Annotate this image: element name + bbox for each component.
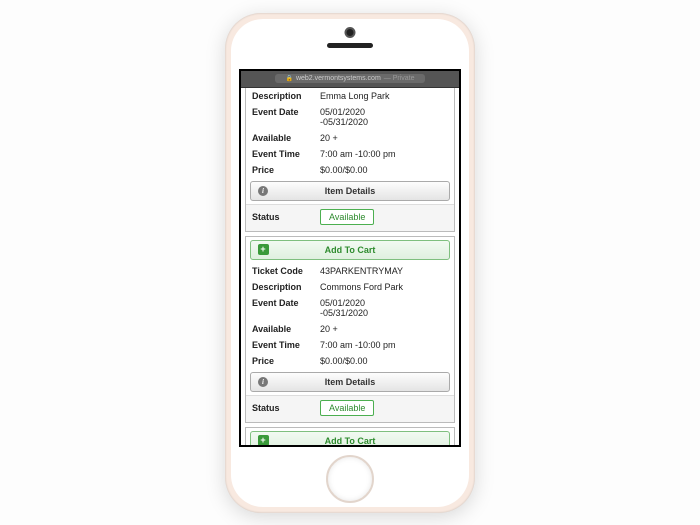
add-to-cart-label: Add To Cart — [325, 245, 376, 255]
value-description: Commons Ford Park — [320, 282, 448, 292]
info-icon: i — [258, 377, 268, 387]
plus-icon: + — [258, 244, 269, 255]
browser-address-bar[interactable]: 🔒 web2.vermontsystems.com — Private — [241, 71, 459, 88]
ticket-card: + Add To Cart — [245, 427, 455, 447]
status-row: Status Available — [246, 395, 454, 422]
phone-camera — [345, 27, 356, 38]
item-details-label: Item Details — [325, 377, 376, 387]
label-price: Price — [252, 165, 320, 175]
phone-home-button[interactable] — [326, 455, 374, 503]
label-available: Available — [252, 324, 320, 334]
phone-inner: 🔒 web2.vermontsystems.com — Private Desc… — [231, 19, 469, 507]
label-ticket-code: Ticket Code — [252, 266, 320, 276]
add-to-cart-button[interactable]: + Add To Cart — [250, 240, 450, 260]
address-private-tag: — Private — [384, 75, 415, 82]
phone-speaker — [327, 43, 373, 48]
add-to-cart-label: Add To Cart — [325, 436, 376, 446]
value-description: Emma Long Park — [320, 91, 448, 101]
address-host: web2.vermontsystems.com — [296, 75, 381, 82]
value-ticket-code: 43PARKENTRYMAY — [320, 266, 448, 276]
status-badge[interactable]: Available — [320, 209, 374, 225]
value-event-date: 05/01/2020-05/31/2020 — [320, 107, 448, 127]
plus-icon: + — [258, 435, 269, 446]
label-available: Available — [252, 133, 320, 143]
label-event-time: Event Time — [252, 149, 320, 159]
item-details-button[interactable]: i Item Details — [250, 181, 450, 201]
lock-icon: 🔒 — [285, 75, 292, 82]
value-event-time: 7:00 am -10:00 pm — [320, 149, 448, 159]
screen: 🔒 web2.vermontsystems.com — Private Desc… — [239, 69, 461, 447]
value-event-time: 7:00 am -10:00 pm — [320, 340, 448, 350]
phone-mockup: 🔒 web2.vermontsystems.com — Private Desc… — [225, 13, 475, 513]
ticket-card: DescriptionEmma Long Park Event Date05/0… — [245, 88, 455, 232]
label-event-time: Event Time — [252, 340, 320, 350]
label-description: Description — [252, 282, 320, 292]
value-price: $0.00/$0.00 — [320, 356, 448, 366]
label-price: Price — [252, 356, 320, 366]
ticket-card: + Add To Cart Ticket Code43PARKENTRYMAY … — [245, 236, 455, 423]
add-to-cart-button[interactable]: + Add To Cart — [250, 431, 450, 447]
status-row: Status Available — [246, 204, 454, 231]
label-event-date: Event Date — [252, 298, 320, 308]
item-details-button[interactable]: i Item Details — [250, 372, 450, 392]
value-price: $0.00/$0.00 — [320, 165, 448, 175]
label-event-date: Event Date — [252, 107, 320, 117]
label-description: Description — [252, 91, 320, 101]
value-available: 20 + — [320, 133, 448, 143]
label-status: Status — [252, 212, 320, 222]
info-icon: i — [258, 186, 268, 196]
label-status: Status — [252, 403, 320, 413]
value-event-date: 05/01/2020-05/31/2020 — [320, 298, 448, 318]
item-details-label: Item Details — [325, 186, 376, 196]
status-badge[interactable]: Available — [320, 400, 374, 416]
value-available: 20 + — [320, 324, 448, 334]
page-content: DescriptionEmma Long Park Event Date05/0… — [241, 88, 459, 447]
